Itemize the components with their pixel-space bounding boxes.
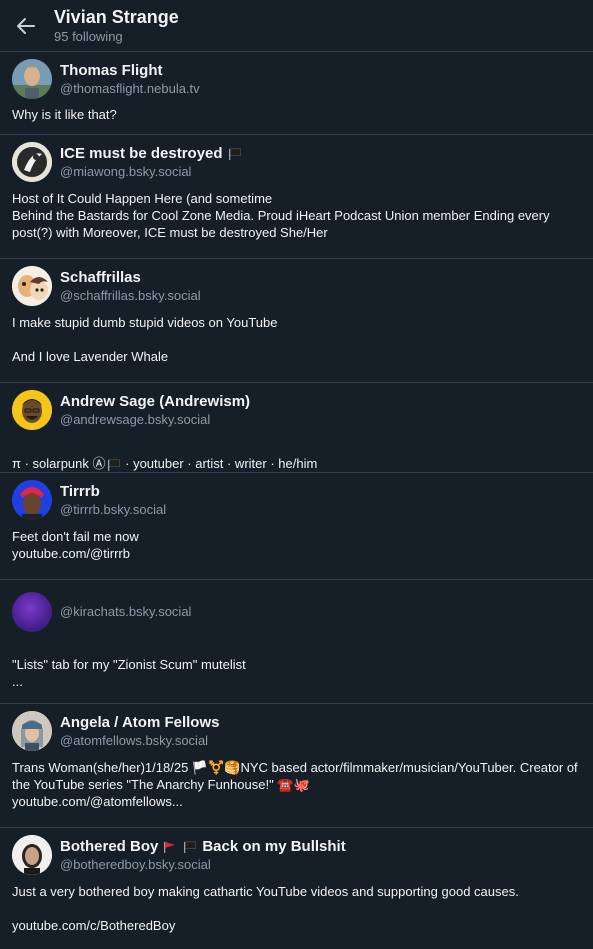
avatar-image — [12, 480, 52, 520]
avatar-image — [12, 835, 52, 875]
display-name[interactable]: Andrew Sage (Andrewism) — [60, 392, 250, 411]
bio: Why is it like that? — [12, 107, 117, 122]
handle[interactable]: @thomasflight.nebula.tv — [60, 80, 200, 98]
avatar[interactable] — [12, 266, 52, 306]
avatar-image — [12, 390, 52, 430]
user-row[interactable]: Andrew Sage (Andrewism) @andrewsage.bsky… — [0, 383, 593, 473]
display-name-text-start: Bothered Boy — [60, 838, 159, 855]
handle[interactable]: @kirachats.bsky.social — [60, 603, 191, 621]
handle[interactable]: @miawong.bsky.social — [60, 163, 243, 181]
display-name-text: ICE must be destroyed — [60, 145, 223, 162]
bio-text-end: · youtuber · artist · writer · he/him — [121, 456, 318, 471]
user-names: Schaffrillas @schaffrillas.bsky.social — [60, 266, 201, 305]
display-name[interactable]: Thomas Flight — [60, 61, 200, 80]
black-flag-icon — [184, 841, 197, 853]
user-names: Angela / Atom Fellows @atomfellows.bsky.… — [60, 711, 219, 750]
header-titles: Vivian Strange 95 following — [54, 7, 179, 45]
handle[interactable]: @atomfellows.bsky.social — [60, 732, 219, 750]
display-name-text-end: Back on my Bullshit — [202, 838, 346, 855]
display-name[interactable]: Tirrrb — [60, 482, 166, 501]
user-row[interactable]: Angela / Atom Fellows @atomfellows.bsky.… — [0, 704, 593, 828]
avatar[interactable] — [12, 59, 52, 99]
avatar[interactable] — [12, 142, 52, 182]
user-row[interactable]: ICE must be destroyed @miawong.bsky.soci… — [0, 135, 593, 259]
avatar[interactable] — [12, 390, 52, 430]
avatar[interactable] — [12, 835, 52, 875]
arrow-left-icon — [17, 17, 35, 34]
user-row[interactable]: Schaffrillas @schaffrillas.bsky.social I… — [0, 259, 593, 383]
header: Vivian Strange 95 following — [0, 0, 593, 52]
display-name[interactable]: Bothered Boy Back on my Bullshit — [60, 837, 346, 856]
bio: Just a very bothered boy making catharti… — [12, 884, 519, 933]
bio: "Lists" tab for my "Zionist Scum" muteli… — [12, 657, 246, 689]
bio: Feet don't fail me now youtube.com/@tirr… — [12, 529, 139, 561]
black-flag-icon — [107, 459, 120, 471]
display-name[interactable]: Schaffrillas — [60, 268, 201, 287]
bio-text-start: π · solarpunk Ⓐ — [12, 456, 106, 471]
avatar-image — [12, 142, 52, 182]
avatar[interactable] — [12, 711, 52, 751]
bio: I make stupid dumb stupid videos on YouT… — [12, 315, 278, 364]
profile-name-title: Vivian Strange — [54, 6, 179, 27]
handle[interactable]: @botheredboy.bsky.social — [60, 856, 346, 874]
following-count: 95 following — [54, 28, 123, 44]
user-names: Thomas Flight @thomasflight.nebula.tv — [60, 59, 200, 98]
black-flag-icon — [228, 148, 241, 160]
user-names: Tirrrb @tirrrb.bsky.social — [60, 480, 166, 519]
avatar-image — [12, 711, 52, 751]
bio: Host of It Could Happen Here (and someti… — [12, 191, 550, 240]
user-names: @kirachats.bsky.social — [60, 592, 191, 632]
avatar-image — [12, 59, 52, 99]
bio: Trans Woman(she/her)1/18/25 🏳️⚧️🥞NYC bas… — [12, 760, 578, 809]
user-row[interactable]: Thomas Flight @thomasflight.nebula.tv Wh… — [0, 52, 593, 135]
handle[interactable]: @schaffrillas.bsky.social — [60, 287, 201, 305]
handle[interactable]: @tirrrb.bsky.social — [60, 501, 166, 519]
back-button[interactable] — [0, 0, 52, 52]
display-name[interactable]: Angela / Atom Fellows — [60, 713, 219, 732]
avatar-image — [12, 266, 52, 306]
user-row[interactable]: Tirrrb @tirrrb.bsky.social Feet don't fa… — [0, 473, 593, 580]
avatar[interactable] — [12, 592, 52, 632]
red-flag-icon — [164, 841, 176, 853]
bio: π · solarpunk Ⓐ · youtuber · artist · wr… — [12, 438, 581, 472]
handle[interactable]: @andrewsage.bsky.social — [60, 411, 250, 429]
display-name[interactable]: ICE must be destroyed — [60, 144, 243, 163]
user-row[interactable]: Bothered Boy Back on my Bullshit @bother… — [0, 828, 593, 949]
following-list-page: Vivian Strange 95 following Thomas Fligh… — [0, 0, 593, 949]
user-names: ICE must be destroyed @miawong.bsky.soci… — [60, 142, 243, 181]
user-names: Bothered Boy Back on my Bullshit @bother… — [60, 835, 346, 874]
user-names: Andrew Sage (Andrewism) @andrewsage.bsky… — [60, 390, 250, 429]
avatar[interactable] — [12, 480, 52, 520]
user-row[interactable]: @kirachats.bsky.social "Lists" tab for m… — [0, 580, 593, 704]
